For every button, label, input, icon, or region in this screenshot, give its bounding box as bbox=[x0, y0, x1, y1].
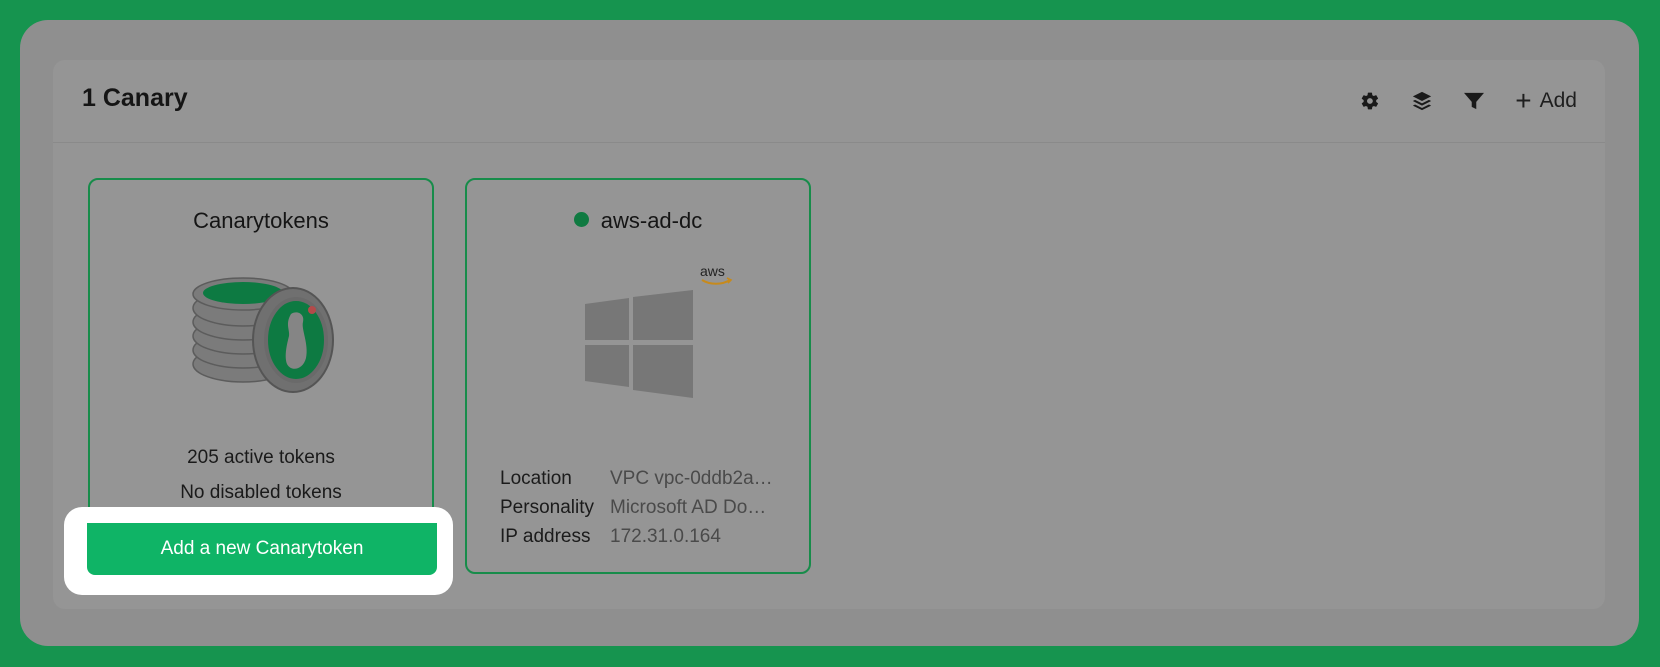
coin-stack-svg bbox=[192, 277, 334, 393]
windows-icon bbox=[585, 290, 695, 403]
windows-logo-svg bbox=[585, 290, 693, 398]
filter-icon-svg bbox=[1464, 92, 1485, 110]
panel-title: 1 Canary bbox=[82, 84, 188, 112]
device-card-aws-ad-dc[interactable]: aws-ad-dc aws Location VPC vpc-0ddb2a… P… bbox=[465, 178, 811, 574]
status-online-dot bbox=[573, 212, 589, 227]
detail-key: IP address bbox=[500, 525, 591, 547]
disabled-tokens-count: No disabled tokens bbox=[180, 482, 342, 503]
add-button[interactable]: + Add bbox=[1515, 87, 1577, 115]
coins-icon bbox=[188, 276, 338, 406]
token-counts: 205 active tokens No disabled tokens bbox=[90, 440, 432, 510]
panel-header: 1 Canary + Add bbox=[53, 60, 1605, 143]
canarytokens-title: Canarytokens bbox=[193, 208, 329, 233]
plus-icon: + bbox=[1515, 85, 1532, 116]
layers-icon[interactable] bbox=[1411, 90, 1433, 112]
detail-row: Location VPC vpc-0ddb2a… bbox=[500, 464, 773, 493]
add-canarytoken-button[interactable]: Add a new Canarytoken bbox=[87, 523, 437, 575]
detail-row: Personality Microsoft AD Do… bbox=[500, 493, 773, 522]
detail-key: Location bbox=[500, 467, 572, 489]
aws-text: aws bbox=[700, 264, 725, 279]
device-details: Location VPC vpc-0ddb2a… Personality Mic… bbox=[500, 464, 773, 551]
header-actions: + Add bbox=[1359, 86, 1577, 116]
filter-icon[interactable] bbox=[1463, 90, 1485, 112]
detail-row: IP address 172.31.0.164 bbox=[500, 522, 773, 551]
detail-value: VPC vpc-0ddb2a… bbox=[610, 467, 773, 489]
gear-icon-svg bbox=[1362, 92, 1379, 110]
active-tokens-count: 205 active tokens bbox=[187, 447, 335, 468]
device-title: aws-ad-dc bbox=[467, 208, 809, 234]
detail-key: Personality bbox=[500, 496, 594, 518]
gear-icon[interactable] bbox=[1359, 90, 1381, 112]
add-button-label: Add bbox=[1539, 89, 1577, 112]
device-name: aws-ad-dc bbox=[600, 208, 703, 233]
detail-value: Microsoft AD Do… bbox=[610, 496, 767, 518]
aws-icon: aws bbox=[699, 263, 733, 291]
aws-logo-svg: aws bbox=[700, 263, 733, 285]
detail-value: 172.31.0.164 bbox=[610, 525, 721, 547]
layers-icon-svg bbox=[1413, 91, 1432, 111]
